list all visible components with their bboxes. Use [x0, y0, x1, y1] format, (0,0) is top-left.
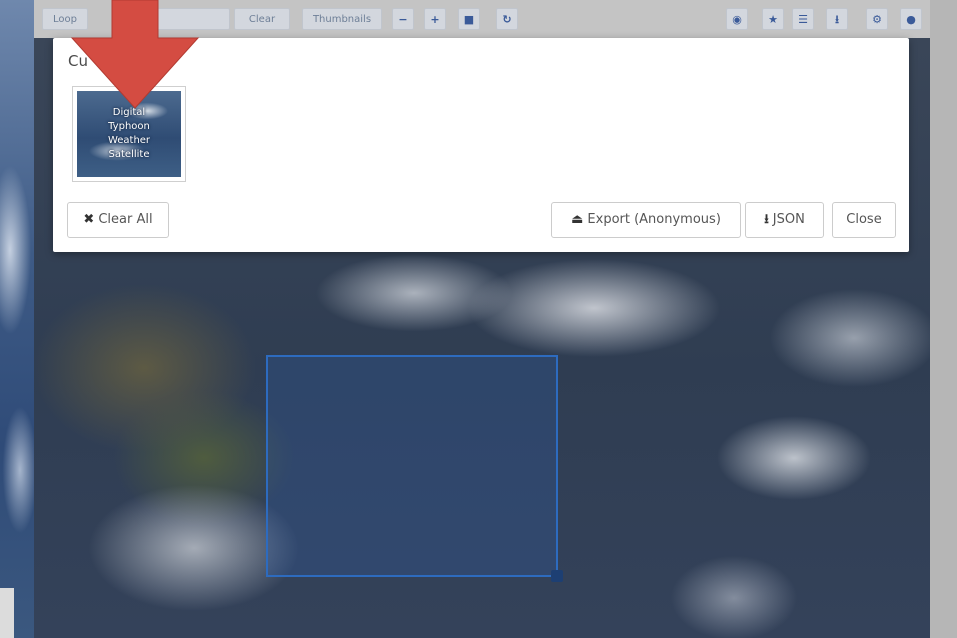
info-icon[interactable]: ● — [900, 8, 922, 30]
plus-icon[interactable]: + — [424, 8, 446, 30]
red-arrow-annotation — [70, 0, 200, 109]
download-icon: ⭳ — [764, 212, 769, 227]
thumbnails-button[interactable]: Thumbnails — [302, 8, 382, 30]
selection-resize-handle[interactable] — [551, 570, 563, 582]
json-button[interactable]: ⭳ JSON — [745, 202, 824, 238]
export-anonymous-button[interactable]: ⏏ Export (Anonymous) — [551, 202, 741, 238]
clear-all-button[interactable]: ✖ Clear All — [67, 202, 169, 238]
close-button[interactable]: Close — [832, 202, 896, 238]
refresh-icon[interactable]: ↻ — [496, 8, 518, 30]
thumbnail-caption-line: Typhoon — [108, 121, 150, 132]
thumbnail-caption-line: Satellite — [108, 149, 150, 160]
clear-button[interactable]: Clear — [234, 8, 290, 30]
background-right-strip — [930, 0, 957, 638]
square-icon[interactable]: ■ — [458, 8, 480, 30]
globe-icon[interactable]: ◉ — [726, 8, 748, 30]
selection-rectangle[interactable] — [266, 355, 558, 577]
background-panel-edge — [0, 588, 14, 638]
gear-icon[interactable]: ⚙ — [866, 8, 888, 30]
export-label: Export (Anonymous) — [587, 212, 721, 227]
list-icon[interactable]: ☰ — [792, 8, 814, 30]
close-icon: ✖ — [83, 212, 95, 227]
star-icon[interactable]: ★ — [762, 8, 784, 30]
json-label: JSON — [772, 212, 805, 227]
thumbnail-caption-line: Weather — [107, 135, 151, 146]
clear-all-label: Clear All — [98, 212, 153, 227]
background-satellite-strip — [0, 0, 34, 638]
close-label: Close — [846, 212, 882, 227]
minus-icon[interactable]: − — [392, 8, 414, 30]
export-icon: ⏏ — [571, 212, 584, 227]
download-icon[interactable]: ⭳ — [826, 8, 848, 30]
